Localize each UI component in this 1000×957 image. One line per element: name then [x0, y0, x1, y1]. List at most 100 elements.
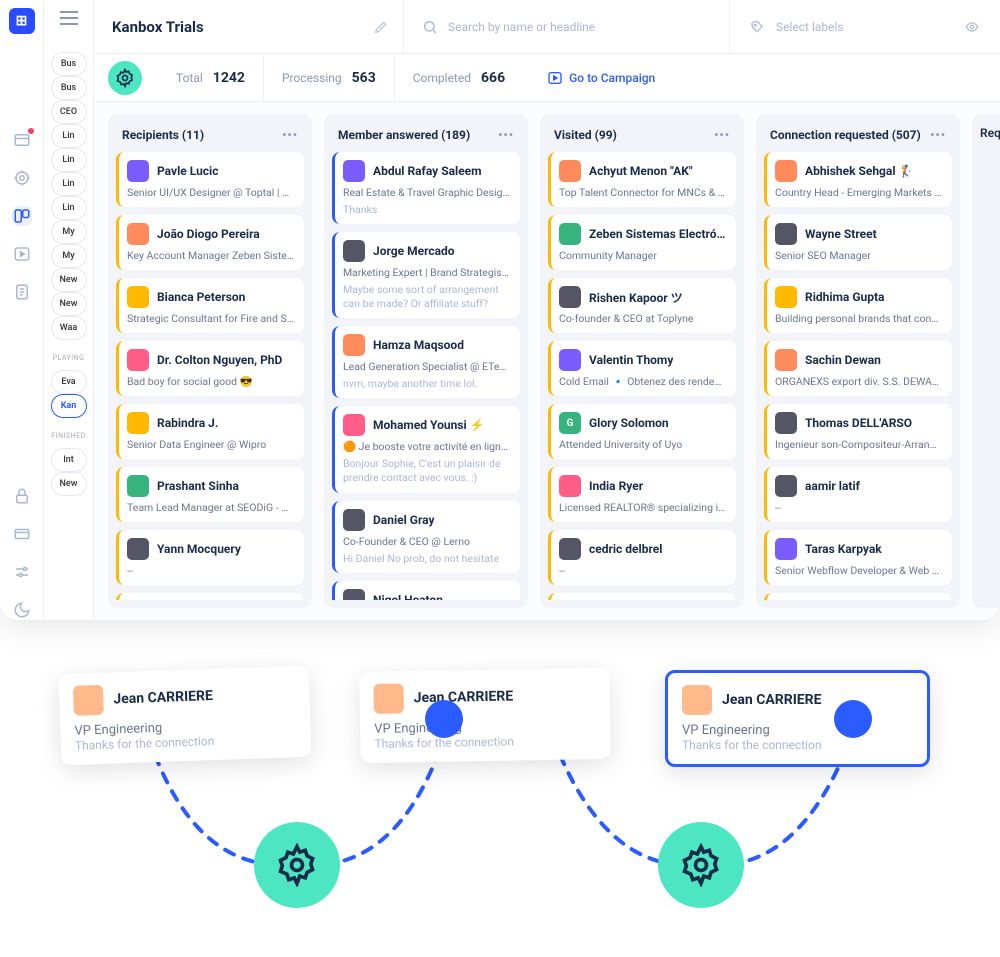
person-card[interactable]: Yann Mocquery--	[116, 530, 304, 585]
inbox-icon[interactable]	[12, 130, 32, 150]
card-name: Hamza Maqsood	[373, 338, 464, 352]
card-subtitle: Building personal brands that conver…	[775, 312, 942, 325]
person-card[interactable]: Sachin DewanORGANEXS export div. S.S. DE…	[764, 341, 952, 396]
person-card[interactable]: Yovan Gié 🐒	[764, 593, 952, 600]
person-card[interactable]: Sarika Nikam	[548, 593, 736, 600]
person-card[interactable]: Zeben Sistemas Electrón…Community Manage…	[548, 215, 736, 270]
gear-badge[interactable]	[108, 61, 142, 95]
person-card[interactable]: Valentin ThomyCold Email 🔹 Obtenez des r…	[548, 341, 736, 396]
icon-rail: ⊞	[0, 0, 44, 620]
app-logo[interactable]: ⊞	[9, 8, 35, 34]
card-icon[interactable]	[12, 524, 32, 544]
card-note: Bonjour Sophie, C'est un plaisir de pren…	[343, 457, 510, 484]
card-name: Wayne Street	[805, 227, 877, 241]
moon-icon[interactable]	[12, 600, 32, 620]
person-card[interactable]: Rabah Aït Hamadouche	[116, 593, 304, 600]
person-card[interactable]: India RyerLicensed REALTOR® specializing…	[548, 467, 736, 522]
person-card[interactable]: GGlory SolomonAttended University of Uyo	[548, 404, 736, 459]
hamburger-icon[interactable]	[58, 10, 80, 26]
document-icon[interactable]	[12, 282, 32, 302]
campaign-chip[interactable]: New	[51, 292, 87, 316]
board-icon[interactable]	[12, 206, 32, 226]
column-menu-icon[interactable]: •••	[930, 128, 946, 142]
column-menu-icon[interactable]: •••	[498, 128, 514, 142]
target-icon[interactable]	[12, 168, 32, 188]
person-card[interactable]: João Diogo PereiraKey Account Manager Ze…	[116, 215, 304, 270]
card-subtitle: --	[775, 501, 942, 514]
person-card[interactable]: Bianca PetersonStrategic Consultant for …	[116, 278, 304, 333]
card-name: aamir latif	[805, 479, 860, 493]
card-name: Thomas DELL'ARSO	[805, 416, 912, 430]
campaign-chip[interactable]: Int	[51, 448, 87, 472]
campaign-chip[interactable]: Kan	[51, 394, 87, 418]
playing-label: PLAYING	[53, 354, 85, 362]
person-card[interactable]: Achyut Menon "AK"Top Talent Connector fo…	[548, 152, 736, 207]
person-card[interactable]: Hamza MaqsoodLead Generation Specialist …	[332, 326, 520, 398]
card-subtitle: Senior Data Engineer @ Wipro	[127, 438, 294, 451]
campaign-chip[interactable]: New	[51, 472, 87, 496]
visibility-icon[interactable]	[962, 20, 982, 34]
tag-icon	[748, 20, 766, 34]
avatar	[559, 349, 581, 371]
avatar	[127, 412, 149, 434]
campaign-chip[interactable]: Waa	[51, 316, 87, 340]
person-card[interactable]: Wayne StreetSenior SEO Manager	[764, 215, 952, 270]
person-card[interactable]: Abdul Rafay SaleemReal Estate & Travel G…	[332, 152, 520, 224]
column-menu-icon[interactable]: •••	[714, 128, 730, 142]
card-name: Rishen Kapoor ツ	[589, 289, 683, 306]
column-title: Connection requested (507)	[770, 128, 921, 142]
card-note: Thanks	[343, 203, 510, 216]
person-card[interactable]: Rishen Kapoor ツCo-founder & CEO at Toply…	[548, 278, 736, 333]
person-card[interactable]: Daniel GrayCo-Founder & CEO @ LernoHi Da…	[332, 501, 520, 573]
person-card[interactable]: aamir latif --	[764, 467, 952, 522]
person-card[interactable]: Prashant SinhaTeam Lead Manager at SEODi…	[116, 467, 304, 522]
campaign-chip[interactable]: Lin	[51, 148, 87, 172]
card-note: Hi Daniel No prob, do not hesitate	[343, 552, 510, 565]
go-campaign-link[interactable]: Go to Campaign	[547, 70, 655, 86]
person-card[interactable]: Ridhima GuptaBuilding personal brands th…	[764, 278, 952, 333]
campaign-chip[interactable]: Lin	[51, 124, 87, 148]
person-card[interactable]: Dr. Colton Nguyen, PhDBad boy for social…	[116, 341, 304, 396]
person-card[interactable]: Nigel HeatonFounder & Owner at Cleversoc…	[332, 581, 520, 600]
card-subtitle: Co-Founder & CEO @ Lerno	[343, 535, 510, 548]
person-card[interactable]: Mohamed Younsi ⚡🟠 Je booste votre activi…	[332, 406, 520, 492]
person-card[interactable]: cedric delbrel--	[548, 530, 736, 585]
edit-icon[interactable]	[373, 19, 389, 35]
card-subtitle: Community Manager	[559, 249, 726, 262]
campaign-chip[interactable]: Eva	[51, 370, 87, 394]
campaign-chip[interactable]: Bus	[51, 76, 87, 100]
campaign-chip[interactable]: New	[51, 268, 87, 292]
card-name: Pavle Lucic	[157, 164, 218, 178]
card-subtitle: Attended University of Uyo	[559, 438, 726, 451]
column-menu-icon[interactable]: •••	[282, 128, 298, 142]
drag-dot	[834, 700, 872, 738]
avatar	[343, 240, 365, 262]
person-card[interactable]: Jorge MercadoMarketing Expert | Brand St…	[332, 232, 520, 318]
lock-icon[interactable]	[12, 486, 32, 506]
avatar	[775, 223, 797, 245]
campaign-chip[interactable]: CEO	[51, 100, 87, 124]
labels-cell[interactable]: Select labels	[730, 0, 1000, 53]
illus-card-1[interactable]: Jean CARRIERE VP Engineering Thanks for …	[58, 666, 311, 766]
card-name: Nigel Heaton	[373, 593, 443, 600]
search-cell[interactable]: Search by name or headline	[404, 0, 730, 53]
card-note: Maybe some sort of arrangement can be ma…	[343, 283, 510, 310]
illus-card-2[interactable]: Jean CARRIERE VP Engineering Thanks for …	[359, 668, 611, 763]
person-card[interactable]: Thomas DELL'ARSOIngenieur son-Compositeu…	[764, 404, 952, 459]
sliders-icon[interactable]	[12, 562, 32, 582]
campaign-chip[interactable]: Lin	[51, 172, 87, 196]
play-icon[interactable]	[12, 244, 32, 264]
avatar	[373, 683, 404, 714]
campaign-chip[interactable]: My	[51, 220, 87, 244]
campaign-chip[interactable]: Lin	[51, 196, 87, 220]
avatar	[343, 414, 365, 436]
avatar	[559, 286, 581, 308]
person-card[interactable]: Taras KarpyakSenior Webflow Developer & …	[764, 530, 952, 585]
campaign-chip[interactable]: My	[51, 244, 87, 268]
avatar	[127, 349, 149, 371]
person-card[interactable]: Abhishek Sehgal 🏌Country Head - Emerging…	[764, 152, 952, 207]
campaign-chip[interactable]: Bus	[51, 52, 87, 76]
person-card[interactable]: Pavle LucicSenior UI/UX Designer @ Topta…	[116, 152, 304, 207]
illus-card-3[interactable]: Jean CARRIERE VP Engineering Thanks for …	[665, 670, 930, 767]
person-card[interactable]: Rabindra J.Senior Data Engineer @ Wipro	[116, 404, 304, 459]
